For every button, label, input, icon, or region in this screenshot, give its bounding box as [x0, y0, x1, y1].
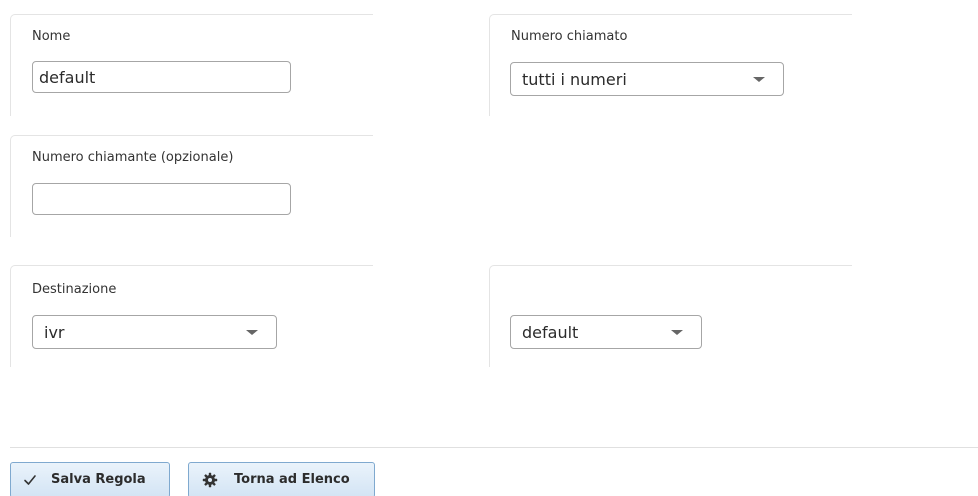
back-to-list-button[interactable]: Torna ad Elenco: [188, 462, 375, 496]
destinazione-value: ivr: [44, 323, 65, 342]
numero-chiamante-input[interactable]: [32, 183, 291, 215]
numero-chiamato-label: Numero chiamato: [511, 29, 628, 44]
numero-chiamato-value: tutti i numeri: [522, 70, 627, 89]
nome-input[interactable]: [32, 61, 291, 93]
numero-chiamante-field: Numero chiamante (opzionale): [10, 135, 373, 237]
nome-label: Nome: [32, 29, 71, 44]
save-rule-button[interactable]: Salva Regola: [10, 462, 170, 496]
divider: [10, 447, 978, 448]
destinazione-target-select[interactable]: default: [510, 315, 702, 349]
nome-field: Nome: [10, 14, 373, 116]
destinazione-select[interactable]: ivr: [32, 315, 277, 349]
destinazione-target-field: default: [489, 265, 852, 367]
chevron-down-icon: [246, 330, 258, 335]
destinazione-target-value: default: [522, 323, 579, 342]
back-to-list-label: Torna ad Elenco: [234, 472, 350, 487]
destinazione-label: Destinazione: [32, 282, 117, 297]
numero-chiamante-label: Numero chiamante (opzionale): [32, 150, 234, 165]
chevron-down-icon: [753, 77, 765, 82]
rule-edit-form: Nome Numero chiamato tutti i numeri Nume…: [0, 0, 978, 496]
check-icon: [24, 475, 36, 485]
save-rule-label: Salva Regola: [51, 472, 146, 487]
gear-icon: [202, 472, 218, 488]
chevron-down-icon: [671, 330, 683, 335]
numero-chiamato-select[interactable]: tutti i numeri: [510, 62, 784, 96]
numero-chiamato-field: Numero chiamato tutti i numeri: [489, 14, 852, 116]
destinazione-field: Destinazione ivr: [10, 265, 373, 367]
